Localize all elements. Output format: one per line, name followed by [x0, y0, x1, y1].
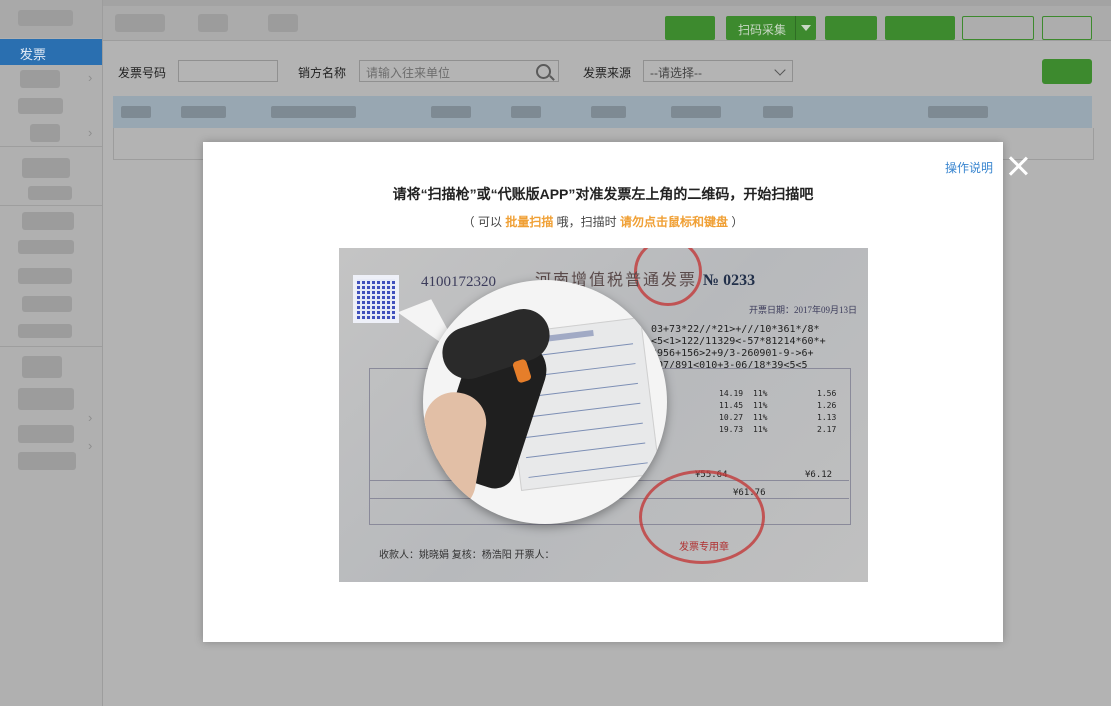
stamp-text: 发票专用章 [679, 542, 729, 553]
modal-title: 请将“扫描枪”或“代账版APP”对准发票左上角的二维码，开始扫描吧 [392, 186, 814, 202]
scan-illustration: 4100172320 河南增值税普通发票 № 0233 开票日期：2017年09… [339, 248, 868, 582]
invoice-no-input[interactable] [178, 60, 278, 82]
help-link[interactable]: 操作说明 [945, 159, 993, 176]
tax-cell: 1.56 [817, 389, 837, 398]
query-button[interactable] [1042, 59, 1092, 84]
chevron-down-icon[interactable] [795, 16, 816, 40]
amount-cell: 19.73 [719, 425, 744, 434]
subtitle-text: （ 可以 [462, 215, 506, 229]
rate-cell: 11% [753, 389, 768, 398]
toolbar-outline-button[interactable] [962, 16, 1034, 40]
invoice-no-label: 发票号码 [118, 66, 167, 80]
amount-cell: 11.45 [719, 401, 744, 410]
modal-subtitle: （ 可以 批量扫描 哦，扫描时 请勿点击鼠标和键盘 ） [203, 213, 1003, 230]
cipher-line: 3956+156>2+9/3-260901-9->6+ [651, 348, 814, 359]
invoice-side-text [349, 348, 361, 528]
chevron-right-icon: › [88, 125, 93, 140]
top-toolbar [103, 0, 1111, 41]
invoice-footer: 收款人：姚晓娟 复核：杨浩阳 开票人： [379, 550, 555, 561]
invoice-number: № 0233 [703, 272, 756, 289]
total-tax: ¥6.12 [805, 470, 833, 480]
hand-icon [423, 387, 491, 517]
tab-strip [103, 0, 1111, 6]
chevron-right-icon: › [88, 70, 93, 85]
chevron-right-icon: › [20, 43, 25, 58]
scan-collect-label: 扫码采集 [738, 23, 787, 37]
invoice-source-label: 发票来源 [583, 66, 632, 80]
sidebar-item-invoice[interactable]: 发票 › [0, 39, 102, 65]
subtitle-text: 哦，扫描时 [553, 215, 620, 229]
toolbar-action-button[interactable] [825, 16, 877, 40]
close-icon[interactable] [1007, 155, 1029, 177]
search-icon[interactable] [536, 64, 551, 79]
tax-cell: 2.17 [817, 425, 837, 434]
tax-cell: 1.26 [817, 401, 837, 410]
toolbar-action-button[interactable] [665, 16, 715, 40]
rate-cell: 11% [753, 413, 768, 422]
subtitle-text: ） [728, 215, 744, 229]
rate-cell: 11% [753, 401, 768, 410]
invoice-source-select[interactable]: --请选择-- [643, 60, 793, 82]
seller-name-input[interactable]: 请输入往来单位 [359, 60, 559, 82]
invoice-date: 开票日期：2017年09月13日 [749, 305, 858, 315]
seller-name-label: 销方名称 [298, 66, 347, 80]
qr-code-icon [353, 275, 399, 323]
chevron-right-icon: › [88, 438, 93, 453]
scanner-zoom-circle [423, 280, 667, 524]
cipher-area: 03+73*22//*21>+///10*361*/8* <5<1>122/11… [651, 324, 826, 372]
no-click-warning-highlight: 请勿点击鼠标和键盘 [620, 215, 729, 229]
toolbar-outline-button[interactable] [1042, 16, 1092, 40]
tax-cell: 1.13 [817, 413, 837, 422]
sidebar-header [0, 0, 102, 38]
scan-modal: 操作说明 请将“扫描枪”或“代账版APP”对准发票左上角的二维码，开始扫描吧 （… [203, 142, 1003, 642]
table-header [113, 96, 1092, 130]
rate-cell: 11% [753, 425, 768, 434]
scan-collect-button[interactable]: 扫码采集 [726, 16, 816, 40]
invoice-code: 4100172320 [421, 274, 496, 290]
cipher-line: <5<1>122/11329<-57*81214*60*+ [651, 336, 826, 347]
cipher-line: 03+73*22//*21>+///10*361*/8* [651, 324, 820, 335]
toolbar-action-button[interactable] [885, 16, 955, 40]
amount-cell: 10.27 [719, 413, 744, 422]
batch-scan-highlight: 批量扫描 [505, 215, 554, 229]
chevron-right-icon: › [88, 410, 93, 425]
sidebar: 发票 › › › › › [0, 0, 103, 706]
amount-cell: 14.19 [719, 389, 744, 398]
